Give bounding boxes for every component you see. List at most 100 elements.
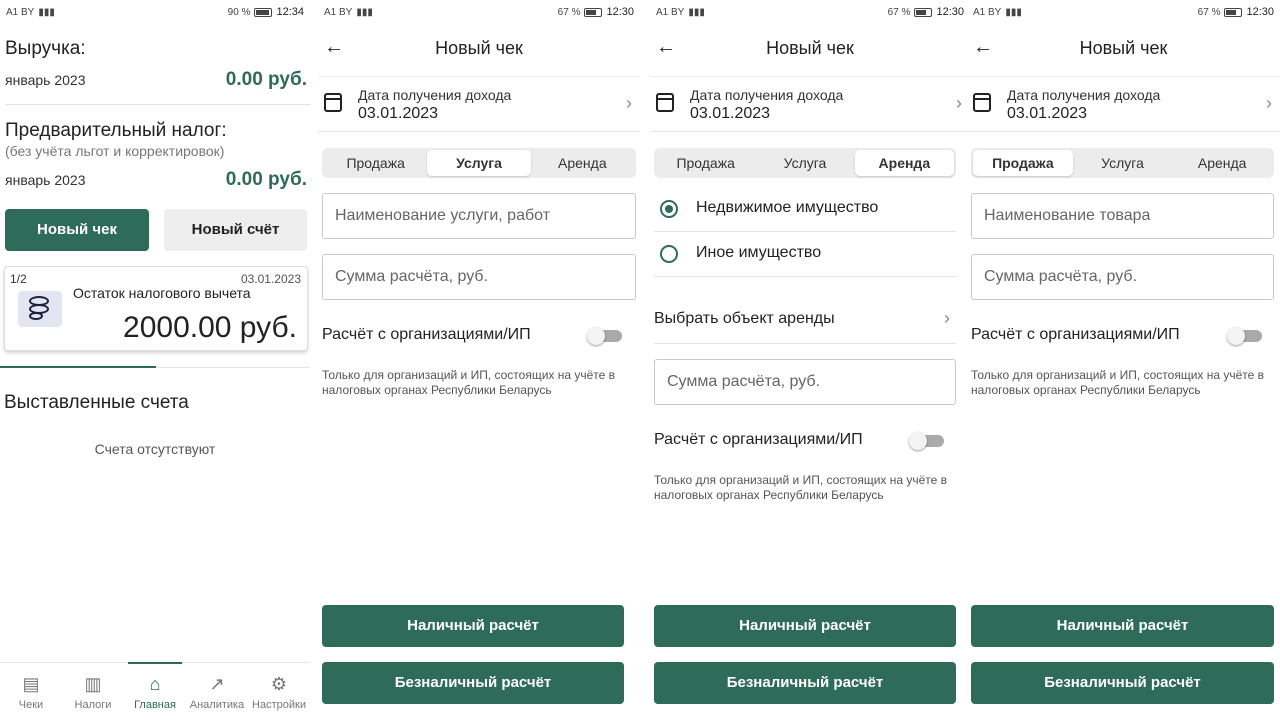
chevron-right-icon: › bbox=[944, 308, 950, 328]
chevron-right-icon: › bbox=[956, 93, 962, 113]
pick-rent-object-label: Выбрать объект аренды bbox=[654, 310, 835, 327]
page-title: Новый чек bbox=[435, 38, 523, 58]
status-bar: A1 BY ▮▮▮ 67 % 12:30 bbox=[650, 0, 970, 24]
tab-sale[interactable]: Продажа bbox=[324, 150, 427, 176]
income-date-row[interactable]: Дата получения дохода 03.01.2023 › bbox=[967, 76, 1280, 132]
service-name-input[interactable]: Наименование услуги, работ bbox=[322, 193, 636, 239]
coins-icon bbox=[18, 291, 62, 327]
app-header: ← Новый чек bbox=[967, 28, 1280, 72]
org-toggle-row: Расчёт с организациями/ИП bbox=[322, 326, 636, 350]
radio-button[interactable] bbox=[660, 245, 678, 263]
new-invoice-button[interactable]: Новый счёт bbox=[164, 209, 307, 251]
sum-input[interactable]: Сумма расчёта, руб. bbox=[322, 254, 636, 300]
page-title: Новый чек bbox=[1079, 38, 1168, 58]
battery-icon bbox=[584, 7, 603, 17]
radio-label: Недвижимое имущество bbox=[696, 199, 879, 216]
gear-icon: ⚙ bbox=[270, 674, 288, 694]
income-date-row[interactable]: Дата получения дохода 03.01.2023 › bbox=[650, 76, 970, 132]
radio-label: Иное имущество bbox=[696, 244, 822, 261]
date-label: Дата получения дохода bbox=[358, 87, 512, 103]
tab-rent[interactable]: Аренда bbox=[1172, 150, 1272, 176]
new-receipt-button[interactable]: Новый чек bbox=[5, 209, 149, 251]
cash-payment-button[interactable]: Наличный расчёт bbox=[322, 605, 624, 647]
org-toggle[interactable] bbox=[587, 327, 622, 345]
new-receipt-rent-screen: A1 BY ▮▮▮ 67 % 12:30 ← Новый чек Дата полу… bbox=[650, 0, 970, 720]
divider bbox=[5, 104, 310, 105]
nav-analytics[interactable]: ↗ Аналитика bbox=[186, 663, 248, 720]
income-date-row[interactable]: Дата получения дохода 03.01.2023 › bbox=[318, 76, 640, 132]
signal-icon: ▮▮▮ bbox=[1005, 6, 1022, 18]
card-date: 03.01.2023 bbox=[240, 272, 301, 286]
nav-home[interactable]: ⌂ Главная bbox=[124, 662, 186, 720]
tab-service[interactable]: Услуга bbox=[1073, 150, 1173, 176]
carrier-label: A1 BY bbox=[6, 6, 35, 18]
carrier-label: A1 BY bbox=[656, 6, 685, 18]
status-bar: A1 BY ▮▮▮ 67 % 12:30 bbox=[318, 0, 640, 24]
home-screen: A1 BY ▮▮▮ 90 % 12:34 Выручка: январь 2023 … bbox=[0, 0, 310, 720]
nav-receipts[interactable]: ▤ Чеки bbox=[0, 663, 62, 720]
product-name-input[interactable]: Наименование товара bbox=[971, 193, 1274, 239]
card-amount: 2000.00 руб. bbox=[123, 311, 297, 344]
radio-button[interactable] bbox=[660, 200, 678, 218]
calendar-icon bbox=[324, 93, 342, 112]
card-title: Остаток налогового вычета bbox=[73, 285, 251, 301]
prepay-period: январь 2023 bbox=[5, 172, 86, 188]
cash-payment-button[interactable]: Наличный расчёт bbox=[971, 605, 1274, 647]
battery-percent: 67 % bbox=[557, 6, 581, 18]
card-pager: 1/2 bbox=[10, 272, 27, 286]
clock: 12:30 bbox=[936, 6, 964, 18]
tax-deduction-card[interactable]: 1/2 03.01.2023 Остаток налогового вычета… bbox=[4, 266, 308, 351]
home-icon: ⌂ bbox=[149, 674, 161, 694]
new-receipt-service-screen: A1 BY ▮▮▮ 67 % 12:30 ← Новый чек Дата полу… bbox=[318, 0, 640, 720]
signal-icon: ▮▮▮ bbox=[38, 6, 55, 18]
status-bar: A1 BY ▮▮▮ 90 % 12:34 bbox=[0, 0, 310, 24]
revenue-amount: 0.00 руб. bbox=[225, 69, 307, 90]
org-toggle[interactable] bbox=[1227, 327, 1262, 345]
document-icon: ▤ bbox=[22, 674, 40, 694]
date-label: Дата получения дохода bbox=[690, 87, 844, 103]
tab-rent[interactable]: Аренда bbox=[531, 150, 634, 176]
nav-label: Чеки bbox=[18, 699, 44, 711]
invoices-title: Выставленные счета bbox=[4, 392, 189, 413]
tab-rent[interactable]: Аренда bbox=[854, 150, 954, 176]
bottom-navigation: ▤ Чеки ▥ Налоги ⌂ Главная ↗ Аналитика ⚙ Настр… bbox=[0, 662, 310, 720]
org-note: Только для организаций и ИП, состоящих н… bbox=[971, 368, 1265, 397]
nav-settings[interactable]: ⚙ Настройки bbox=[248, 663, 310, 720]
battery-percent: 90 % bbox=[227, 6, 251, 18]
tab-sale[interactable]: Продажа bbox=[973, 150, 1073, 176]
nav-taxes[interactable]: ▥ Налоги bbox=[62, 663, 124, 720]
cashless-payment-button[interactable]: Безналичный расчёт bbox=[971, 662, 1274, 704]
cash-payment-button[interactable]: Наличный расчёт bbox=[654, 605, 956, 647]
org-toggle-label: Расчёт с организациями/ИП bbox=[654, 431, 863, 448]
tab-sale[interactable]: Продажа bbox=[656, 150, 755, 176]
tab-service[interactable]: Услуга bbox=[427, 150, 531, 176]
revenue-title: Выручка: bbox=[5, 38, 86, 59]
sum-input[interactable]: Сумма расчёта, руб. bbox=[971, 254, 1274, 300]
app-header: ← Новый чек bbox=[318, 28, 640, 72]
card-pager-indicator bbox=[0, 366, 310, 368]
cashless-payment-button[interactable]: Безналичный расчёт bbox=[322, 662, 624, 704]
org-note: Только для организаций и ИП, состоящих н… bbox=[654, 473, 948, 502]
prepay-title: Предварительный налог: bbox=[5, 120, 227, 141]
clock: 12:30 bbox=[1246, 6, 1274, 18]
carrier-label: A1 BY bbox=[973, 6, 1002, 18]
radio-real-estate[interactable]: Недвижимое имущество bbox=[654, 188, 956, 232]
radio-other-property[interactable]: Иное имущество bbox=[654, 233, 956, 277]
org-toggle-row: Расчёт с организациями/ИП bbox=[971, 326, 1276, 350]
app-header: ← Новый чек bbox=[650, 28, 970, 72]
battery-icon bbox=[1224, 7, 1243, 17]
date-value: 03.01.2023 bbox=[1007, 105, 1088, 122]
chevron-right-icon: › bbox=[626, 93, 632, 113]
cashless-payment-button[interactable]: Безналичный расчёт bbox=[654, 662, 956, 704]
battery-percent: 67 % bbox=[1197, 6, 1221, 18]
date-label: Дата получения дохода bbox=[1007, 87, 1161, 103]
pick-rent-object-row[interactable]: Выбрать объект аренды › bbox=[654, 298, 956, 344]
org-toggle[interactable] bbox=[909, 432, 944, 450]
sum-input[interactable]: Сумма расчёта, руб. bbox=[654, 359, 956, 405]
page-title: Новый чек bbox=[766, 38, 854, 58]
date-value: 03.01.2023 bbox=[358, 105, 439, 122]
nav-label: Аналитика bbox=[189, 699, 245, 711]
tab-service[interactable]: Услуга bbox=[755, 150, 854, 176]
prepay-amount: 0.00 руб. bbox=[225, 169, 307, 190]
nav-label: Настройки bbox=[252, 699, 306, 711]
